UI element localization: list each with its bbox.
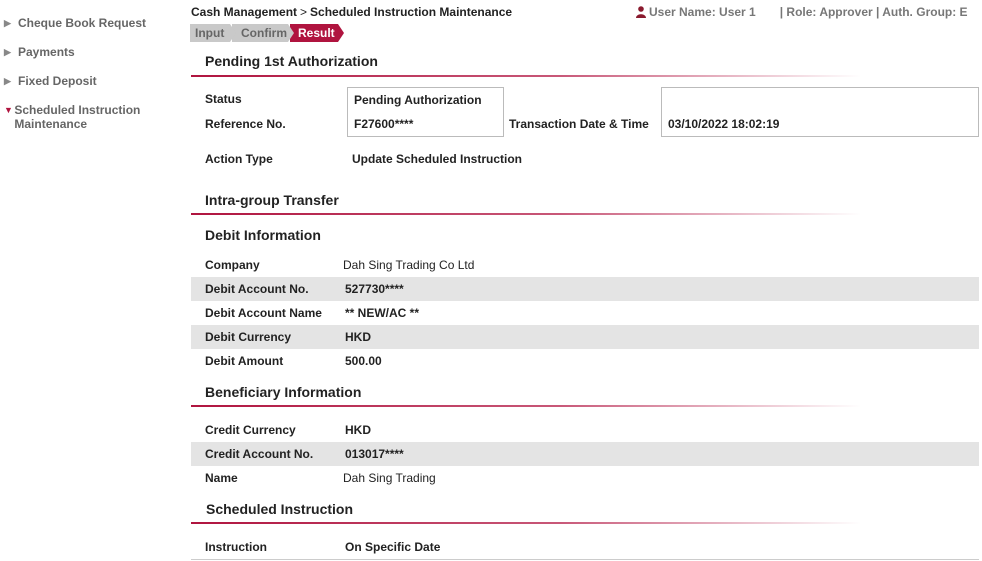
instruction-label: Instruction	[205, 540, 267, 554]
section-title-transfer: Intra-group Transfer	[205, 192, 339, 208]
credit-currency-label: Credit Currency	[205, 423, 296, 437]
breadcrumb: Cash Management > Scheduled Instruction Ma…	[191, 5, 512, 19]
table-row: Instruction On Specific Date	[191, 535, 979, 559]
reference-label: Reference No.	[205, 117, 286, 131]
breadcrumb-separator: >	[300, 5, 308, 19]
debit-account-no-value: 527730****	[345, 282, 404, 296]
status-label: Status	[205, 92, 242, 106]
section-divider	[191, 75, 861, 77]
step-result: Result	[290, 24, 344, 42]
section-title-scheduled-instruction: Scheduled Instruction	[206, 501, 354, 517]
table-row: Debit Account No. 527730****	[191, 277, 979, 301]
debit-account-name-label: Debit Account Name	[205, 306, 322, 320]
sidebar-item-fixed-deposit[interactable]: ▶ Fixed Deposit	[4, 74, 97, 88]
triangle-right-icon: ▶	[4, 76, 11, 86]
company-value: Dah Sing Trading Co Ltd	[343, 258, 475, 272]
section-title-pending: Pending 1st Authorization	[205, 53, 378, 69]
debit-account-name-value: ** NEW/AC **	[345, 306, 420, 320]
sidebar-item-scheduled-instruction-maintenance[interactable]: ▼ Scheduled Instruction Maintenance	[4, 103, 164, 131]
action-type-label: Action Type	[205, 152, 273, 166]
user-info: User Name: User 1 | Role: Approver | Aut…	[636, 5, 968, 19]
credit-account-no-value: 013017****	[345, 447, 404, 461]
debit-account-no-label: Debit Account No.	[205, 282, 309, 296]
table-row: Name Dah Sing Trading	[191, 466, 979, 490]
triangle-right-icon: ▶	[4, 18, 11, 28]
instruction-value: On Specific Date	[345, 540, 441, 554]
breadcrumb-root[interactable]: Cash Management	[191, 5, 297, 19]
progress-steps: Input Confirm Result	[190, 24, 344, 42]
sidebar-item-payments[interactable]: ▶ Payments	[4, 45, 75, 59]
table-row: Credit Currency HKD	[191, 418, 979, 442]
credit-account-no-label: Credit Account No.	[205, 447, 314, 461]
triangle-down-icon: ▼	[4, 105, 13, 115]
bottom-divider	[191, 559, 979, 560]
step-confirm: Confirm	[232, 24, 294, 42]
debit-amount-label: Debit Amount	[205, 354, 284, 368]
sidebar-item-label: Payments	[18, 45, 75, 59]
sidebar-item-cheque-book-request[interactable]: ▶ Cheque Book Request	[4, 16, 146, 30]
company-label: Company	[205, 258, 260, 272]
debit-currency-label: Debit Currency	[205, 330, 292, 344]
section-divider	[191, 405, 861, 407]
section-divider	[191, 213, 861, 215]
step-input: Input	[190, 24, 236, 42]
datetime-label: Transaction Date & Time	[509, 117, 649, 131]
breadcrumb-current: Scheduled Instruction Maintenance	[310, 5, 513, 19]
sidebar-item-label: Scheduled Instruction Maintenance	[14, 103, 141, 131]
user-icon	[636, 6, 646, 18]
debit-amount-value: 500.00	[345, 354, 382, 368]
debit-currency-value: HKD	[345, 330, 371, 344]
action-type-value: Update Scheduled Instruction	[352, 152, 523, 166]
table-row: Debit Amount 500.00	[191, 349, 979, 373]
table-row: Credit Account No. 013017****	[191, 442, 979, 466]
user-name: User Name: User 1	[649, 5, 756, 19]
table-row: Debit Currency HKD	[191, 325, 979, 349]
table-row: Debit Account Name ** NEW/AC **	[191, 301, 979, 325]
status-value: Pending Authorization	[354, 93, 482, 107]
credit-currency-value: HKD	[345, 423, 371, 437]
table-row: Company Dah Sing Trading Co Ltd	[191, 253, 979, 277]
section-divider	[191, 522, 861, 524]
sidebar-item-label: Cheque Book Request	[18, 16, 147, 30]
section-title-beneficiary: Beneficiary Information	[205, 384, 362, 400]
reference-value: F27600****	[354, 117, 414, 131]
triangle-right-icon: ▶	[4, 47, 11, 57]
beneficiary-name-value: Dah Sing Trading	[343, 471, 436, 485]
role-info: | Role: Approver | Auth. Group: E	[779, 5, 968, 19]
debit-information-title: Debit Information	[205, 227, 321, 243]
sidebar-item-label: Fixed Deposit	[18, 74, 97, 88]
datetime-value: 03/10/2022 18:02:19	[668, 117, 780, 131]
beneficiary-name-label: Name	[205, 471, 238, 485]
